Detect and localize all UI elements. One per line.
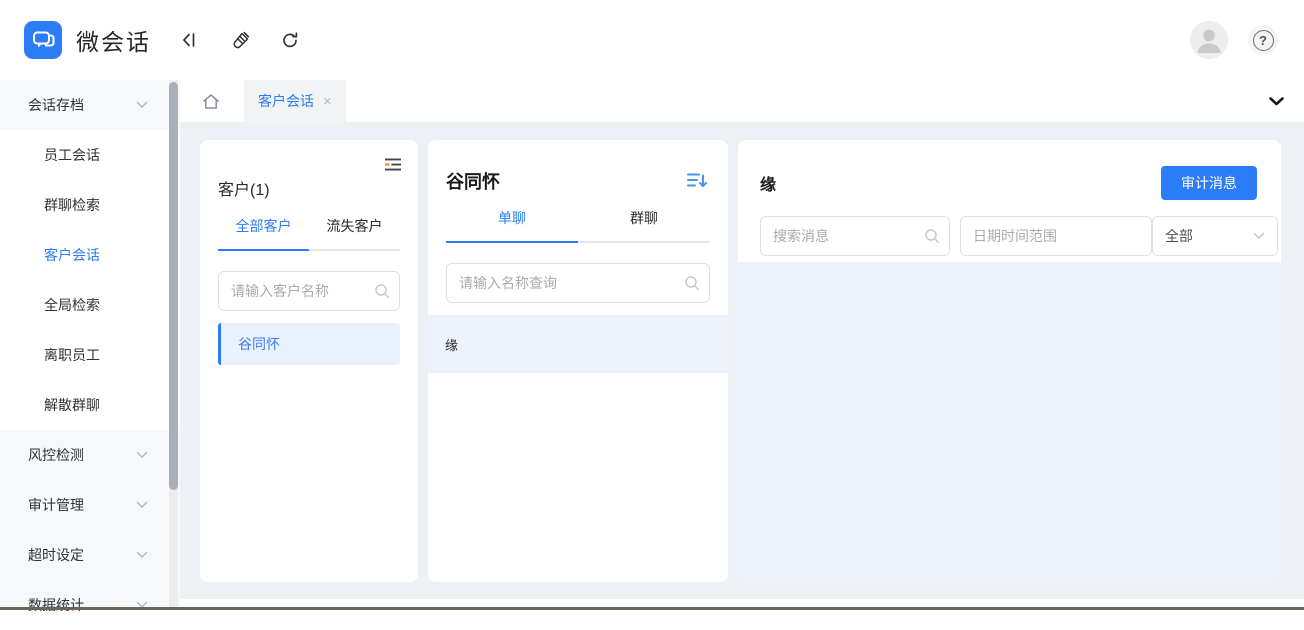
chevron-down-icon	[136, 551, 148, 559]
message-search	[760, 216, 950, 256]
customer-list-item[interactable]: 谷同怀	[218, 323, 400, 365]
content-area: 客户(1) 全部客户 流失客户 谷同怀	[180, 122, 1304, 610]
tab-all-customers[interactable]: 全部客户	[218, 216, 309, 249]
chevron-down-icon	[1253, 232, 1265, 240]
tab-lost-customers[interactable]: 流失客户	[309, 216, 400, 249]
tab-label: 客户会话	[258, 91, 314, 111]
sidebar-item-group-chat-search[interactable]: 群聊检索	[0, 180, 180, 230]
app-body: 会话存档 员工会话 群聊检索 客户会话 全局检索 离职员工 解散群聊 风控检测 …	[0, 80, 1304, 610]
sidebar-item-global-search[interactable]: 全局检索	[0, 280, 180, 330]
chevron-down-icon	[136, 101, 148, 109]
sidebar-item-label: 数据统计	[28, 595, 84, 615]
messages-filters: 全部	[760, 216, 1257, 256]
tab-group-chat[interactable]: 群聊	[578, 208, 710, 241]
select-value: 全部	[1165, 226, 1193, 246]
date-range-input[interactable]	[960, 216, 1152, 256]
session-search	[446, 263, 710, 303]
sidebar-item-employee-session[interactable]: 员工会话	[0, 130, 180, 180]
messages-panel-header: 缘 审计消息	[760, 166, 1257, 200]
message-list-area	[738, 262, 1281, 582]
bottom-strip	[180, 599, 1304, 607]
session-list-item[interactable]: 缘	[428, 315, 728, 373]
sidebar-item-label: 会话存档	[28, 95, 84, 115]
app-header: 微会话	[0, 0, 1304, 80]
message-type-select[interactable]: 全部	[1152, 216, 1278, 256]
app-logo-icon	[24, 21, 62, 59]
customers-tabs: 全部客户 流失客户	[218, 216, 400, 251]
sidebar-item-label: 超时设定	[28, 545, 84, 565]
sidebar-submenu: 员工会话 群聊检索 客户会话 全局检索 离职员工 解散群聊	[0, 130, 180, 430]
message-search-input[interactable]	[760, 216, 950, 256]
sessions-panel-title: 谷同怀	[446, 168, 500, 194]
help-icon[interactable]: ?	[1248, 25, 1278, 55]
collapse-sidebar-icon[interactable]	[179, 29, 201, 51]
messages-panel-title: 缘	[760, 171, 776, 195]
refresh-icon[interactable]	[279, 29, 301, 51]
header-toolbar	[179, 29, 301, 51]
customer-search-input[interactable]	[218, 271, 400, 311]
sidebar-item-data-statistics[interactable]: 数据统计	[0, 580, 180, 630]
sort-descending-icon[interactable]	[684, 169, 710, 194]
tab-more-chevron-down-icon[interactable]	[1265, 80, 1288, 122]
sessions-panel-header: 谷同怀	[446, 168, 710, 194]
sessions-tabs: 单聊 群聊	[446, 208, 710, 243]
sidebar: 会话存档 员工会话 群聊检索 客户会话 全局检索 离职员工 解散群聊 风控检测 …	[0, 80, 180, 610]
app-title: 微会话	[76, 23, 151, 57]
user-avatar[interactable]	[1190, 21, 1228, 59]
customers-panel-title: 客户(1)	[218, 176, 400, 200]
sidebar-item-risk-detection[interactable]: 风控检测	[0, 430, 180, 480]
sidebar-item-disbanded-group[interactable]: 解散群聊	[0, 380, 180, 430]
tab-customer-session[interactable]: 客户会话 ×	[244, 80, 346, 122]
sidebar-item-session-archive[interactable]: 会话存档	[0, 80, 180, 130]
main-area: 客户会话 ×	[180, 80, 1304, 610]
header-right: ?	[1190, 21, 1278, 59]
chevron-down-icon	[136, 451, 148, 459]
audit-messages-button[interactable]: 审计消息	[1161, 166, 1257, 200]
chevron-down-icon	[136, 501, 148, 509]
session-search-input[interactable]	[446, 263, 710, 303]
tab-bar: 客户会话 ×	[180, 80, 1304, 122]
sidebar-item-timeout-settings[interactable]: 超时设定	[0, 530, 180, 580]
display-settings-icon[interactable]	[382, 155, 404, 177]
sidebar-scrollbar-thumb[interactable]	[169, 82, 178, 490]
customer-search	[218, 271, 400, 311]
app-window: 微会话	[0, 0, 1304, 610]
sidebar-item-customer-session[interactable]: 客户会话	[0, 230, 180, 280]
sessions-panel: 谷同怀 单聊 群聊	[428, 140, 728, 582]
home-icon[interactable]	[200, 90, 222, 112]
clean-brush-icon[interactable]	[229, 29, 251, 51]
tab-single-chat[interactable]: 单聊	[446, 208, 578, 241]
sidebar-item-label: 风控检测	[28, 445, 84, 465]
sidebar-item-resigned-employee[interactable]: 离职员工	[0, 330, 180, 380]
messages-panel: 缘 审计消息 全部	[738, 140, 1281, 582]
close-icon[interactable]: ×	[323, 94, 332, 109]
sidebar-item-label: 审计管理	[28, 495, 84, 515]
sidebar-item-audit-management[interactable]: 审计管理	[0, 480, 180, 530]
customers-panel: 客户(1) 全部客户 流失客户 谷同怀	[200, 140, 418, 582]
